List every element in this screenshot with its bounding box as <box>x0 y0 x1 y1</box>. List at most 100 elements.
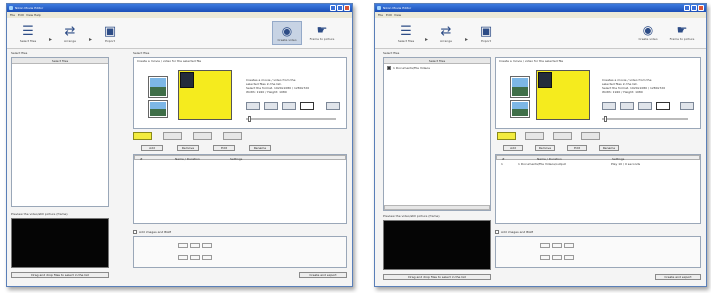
step-arrow: ▸ <box>49 36 53 43</box>
toolbar-export-button[interactable]: ▣ Export <box>471 24 501 43</box>
minimize-button[interactable] <box>330 5 336 11</box>
image-slot[interactable] <box>190 255 200 260</box>
quality-slider[interactable] <box>246 118 336 120</box>
menu-edit[interactable]: Edit <box>386 13 392 17</box>
format-option-selected[interactable] <box>656 102 670 110</box>
file-pane-tab[interactable]: Select files <box>383 51 399 55</box>
step-arrow: ▸ <box>465 36 469 43</box>
frame-to-picture-button[interactable]: ☛ Frame to picture <box>667 21 697 45</box>
drag-drop-button[interactable]: Drag and drop files to select in the lis… <box>11 272 109 278</box>
close-button[interactable] <box>344 5 350 11</box>
minimize-button[interactable] <box>684 5 690 11</box>
menu-view[interactable]: View <box>26 13 33 17</box>
clip-block[interactable] <box>538 72 552 88</box>
image-slot[interactable] <box>178 243 188 248</box>
maximize-button[interactable] <box>691 5 697 11</box>
tab-create-video[interactable]: Select files <box>133 51 149 55</box>
attach-checkbox[interactable] <box>495 230 499 234</box>
edit-button[interactable]: Edit <box>567 145 587 151</box>
format-option[interactable] <box>326 102 340 110</box>
remove-button[interactable]: Remove <box>177 145 199 151</box>
clip-table-header: # Name / Duration Settings <box>134 155 346 161</box>
file-list-header: Select files <box>12 58 108 64</box>
quality-slider[interactable] <box>602 118 688 120</box>
clip-table[interactable]: # Name / Duration Settings <box>133 154 347 224</box>
format-option[interactable] <box>680 102 694 110</box>
clip-mode-button[interactable] <box>525 132 544 140</box>
format-option[interactable] <box>264 102 278 110</box>
clip-block[interactable] <box>180 72 194 88</box>
source-thumbnail <box>148 76 168 98</box>
file-pane-tab[interactable]: Select files <box>11 51 27 55</box>
file-list[interactable]: Select files <box>11 57 109 207</box>
menu-file[interactable]: File <box>10 13 15 17</box>
remove-button[interactable]: Remove <box>535 145 555 151</box>
row-settings: Play 10 / 0 seconds <box>611 162 641 166</box>
rename-button[interactable]: Rename <box>599 145 619 151</box>
create-export-button[interactable]: Create and export <box>299 272 347 278</box>
attach-panel <box>495 236 701 268</box>
image-slot[interactable] <box>564 243 574 248</box>
format-option[interactable] <box>620 102 634 110</box>
right-window: Nikon Movie Editor File Edit View ☰ Sele… <box>374 3 707 287</box>
close-button[interactable] <box>698 5 704 11</box>
clip-mode-button[interactable] <box>497 132 516 140</box>
image-slot[interactable] <box>202 243 212 248</box>
pointer-icon: ☛ <box>676 23 688 37</box>
camera-icon: ◉ <box>281 24 293 38</box>
create-export-button[interactable]: Create and export <box>655 274 701 280</box>
drag-drop-button[interactable]: Drag and drop files to select in the lis… <box>383 274 491 280</box>
create-video-button[interactable]: ◉ Create video <box>633 21 663 45</box>
maximize-button[interactable] <box>337 5 343 11</box>
app-icon <box>9 6 13 10</box>
clip-table[interactable]: # Name / Duration Settings 1 1 Documents… <box>495 154 701 224</box>
clip-mode-button[interactable] <box>133 132 152 140</box>
menu-help[interactable]: Help <box>34 13 41 17</box>
toolbar-select-files-button[interactable]: ☰ Select files <box>13 24 43 43</box>
image-slot[interactable] <box>564 255 574 260</box>
image-slot[interactable] <box>552 255 562 260</box>
toolbar-select-files-button[interactable]: ☰ Select files <box>391 24 421 43</box>
create-video-button[interactable]: ◉ Create video <box>272 21 302 45</box>
image-slot[interactable] <box>190 243 200 248</box>
clip-mode-button[interactable] <box>581 132 600 140</box>
menu-edit[interactable]: Edit <box>18 13 24 17</box>
clip-mode-button[interactable] <box>163 132 182 140</box>
format-option[interactable] <box>602 102 616 110</box>
toolbar-arrange-button[interactable]: ⇄ Arrange <box>55 24 85 43</box>
image-slot[interactable] <box>178 255 188 260</box>
attach-label: Add images and BGM <box>139 230 172 234</box>
toolbar-export-button[interactable]: ▣ Export <box>95 24 125 43</box>
rename-button[interactable]: Rename <box>249 145 271 151</box>
quality-slider-knob[interactable] <box>604 116 607 122</box>
image-slot[interactable] <box>202 255 212 260</box>
clip-mode-button[interactable] <box>223 132 242 140</box>
file-list-item[interactable]: 1 Documents/File Videos <box>393 66 430 70</box>
file-list[interactable]: Select files 1 Documents/File Videos <box>383 57 491 211</box>
frame-to-picture-button[interactable]: ☛ Frame to picture <box>307 21 337 45</box>
attach-label: Add images and BGM <box>501 230 534 234</box>
film-stack-icon: ☰ <box>22 24 34 39</box>
image-slot[interactable] <box>552 243 562 248</box>
menu-file[interactable]: File <box>378 13 383 17</box>
image-slot[interactable] <box>540 243 550 248</box>
menu-view[interactable]: View <box>394 13 401 17</box>
clip-mode-button[interactable] <box>193 132 212 140</box>
format-option-selected[interactable] <box>300 102 314 110</box>
add-button[interactable]: Add <box>141 145 163 151</box>
format-option[interactable] <box>282 102 296 110</box>
add-button[interactable]: Add <box>503 145 523 151</box>
clip-table-header: # Name / Duration Settings <box>496 155 700 161</box>
attach-checkbox[interactable] <box>133 230 137 234</box>
image-slot[interactable] <box>540 255 550 260</box>
row-name: 1 Documents/File Videos/output <box>518 162 566 166</box>
horizontal-scrollbar[interactable] <box>384 205 490 210</box>
clip-mode-button[interactable] <box>553 132 572 140</box>
format-option[interactable] <box>246 102 260 110</box>
toolbar-arrange-button[interactable]: ⇄ Arrange <box>431 24 461 43</box>
attach-panel <box>133 236 347 268</box>
edit-button[interactable]: Edit <box>213 145 235 151</box>
format-label: Create a movie / video for the selected … <box>137 59 202 63</box>
quality-slider-knob[interactable] <box>248 116 251 122</box>
format-option[interactable] <box>638 102 652 110</box>
